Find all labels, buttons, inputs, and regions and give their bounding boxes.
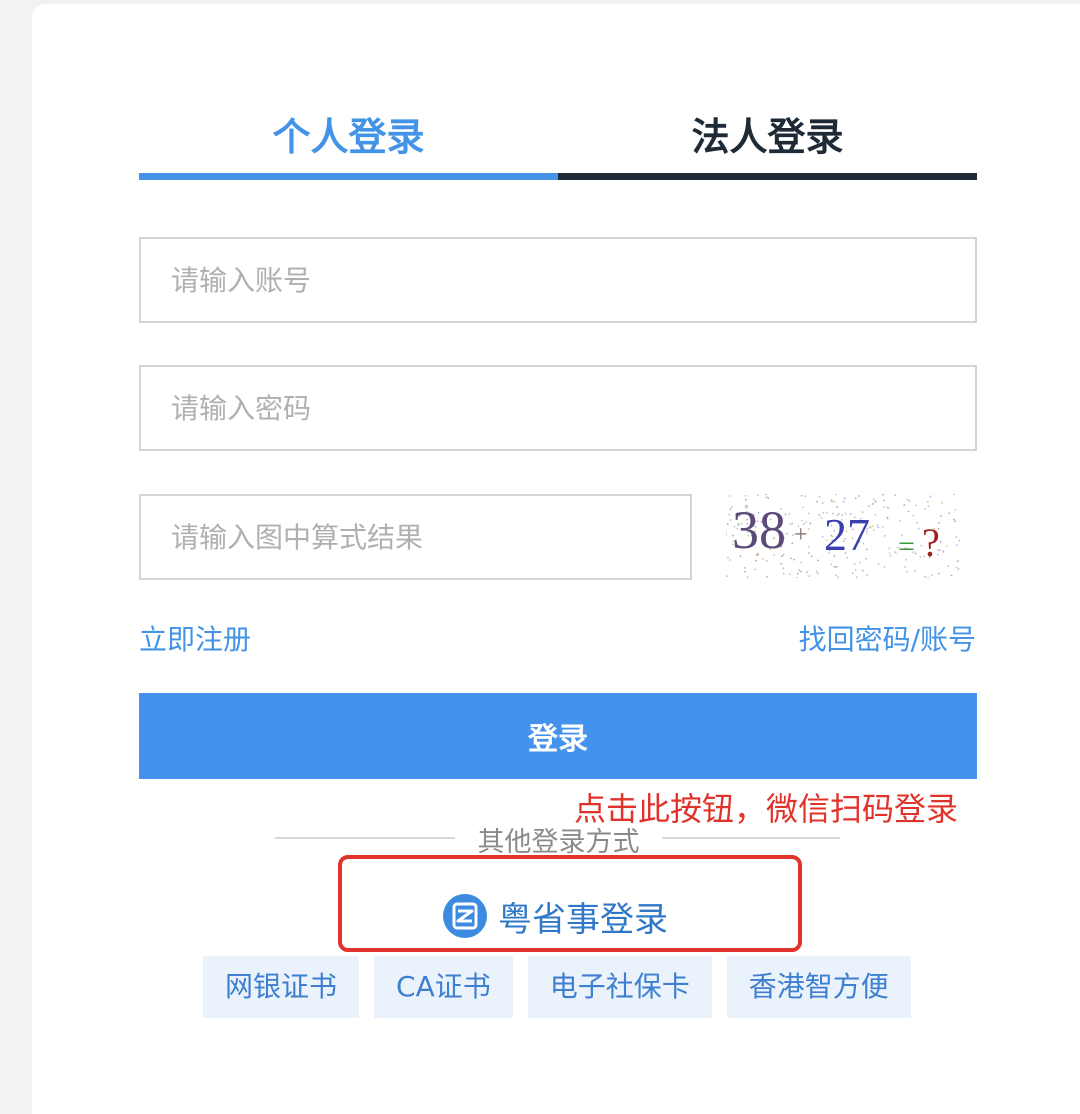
ca-certificate-button[interactable]: CA证书 — [374, 956, 513, 1018]
divider-line-left — [275, 837, 455, 839]
login-button[interactable]: 登录 — [139, 693, 977, 779]
captcha-operator: + — [794, 522, 808, 548]
password-input[interactable] — [139, 365, 977, 451]
divider-line-right — [662, 837, 840, 839]
captcha-digit-a: 38 — [732, 500, 786, 560]
tab-corporate-login[interactable]: 法人登录 — [558, 96, 977, 180]
register-link[interactable]: 立即注册 — [139, 618, 251, 658]
iamsmart-button[interactable]: 香港智方便 — [726, 956, 911, 1018]
yueshengshi-login-button[interactable]: 粤省事登录 — [442, 888, 668, 944]
bank-certificate-button[interactable]: 网银证书 — [203, 956, 360, 1018]
captcha-question: ? — [922, 520, 940, 565]
social-security-card-button[interactable]: 电子社保卡 — [527, 956, 712, 1018]
recover-account-link[interactable]: 找回密码/账号 — [799, 618, 976, 658]
captcha-equals: = — [898, 530, 915, 563]
yueshengshi-login-label: 粤省事登录 — [498, 899, 668, 940]
other-methods-label: 其他登录方式 — [477, 827, 640, 858]
captcha-digit-b: 27 — [824, 509, 870, 560]
captcha-input[interactable] — [139, 494, 692, 580]
yueshengshi-logo-icon — [443, 894, 487, 938]
tab-personal-login[interactable]: 个人登录 — [139, 96, 558, 180]
alternative-login-methods: 网银证书 CA证书 电子社保卡 香港智方便 — [203, 956, 911, 1018]
captcha-image[interactable]: 38 + 27 = ? — [726, 494, 966, 578]
login-tabs: 个人登录 法人登录 — [139, 96, 977, 180]
account-input[interactable] — [139, 237, 977, 323]
